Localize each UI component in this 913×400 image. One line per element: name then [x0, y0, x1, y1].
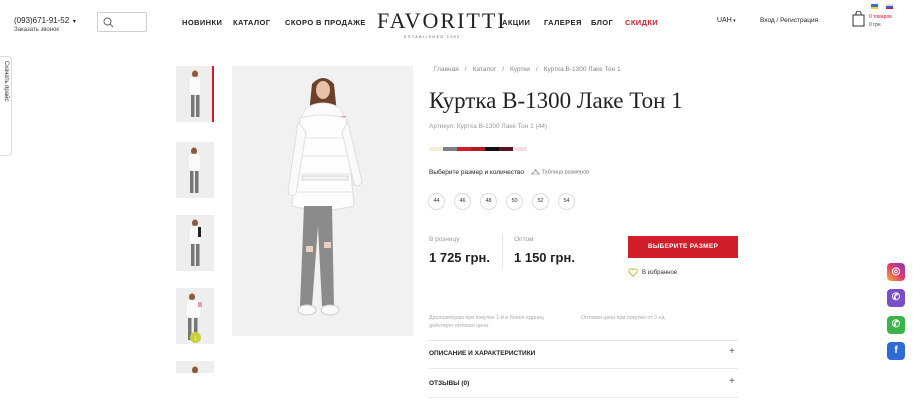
heart-icon — [628, 268, 638, 277]
model-photo — [232, 66, 413, 336]
product-main-image[interactable] — [232, 66, 413, 336]
chevron-down-icon: ▾ — [731, 18, 736, 24]
breadcrumb-current: Куртка В-1300 Лаке Тон 1 — [543, 66, 621, 73]
instagram-icon[interactable]: ◎ — [887, 263, 905, 281]
cart-count: 0 товаров — [869, 14, 892, 20]
arrow-down-icon: ↓ — [193, 333, 198, 342]
search-input[interactable] — [97, 12, 147, 32]
wholesale-price: 1 150 грн. — [514, 250, 575, 265]
divider — [429, 340, 738, 341]
currency-value: UAH — [717, 17, 732, 24]
search-icon — [103, 17, 114, 28]
model-photo-thumb — [176, 142, 214, 198]
breadcrumb-separator: / — [464, 66, 467, 73]
nav-new[interactable]: НОВИНКИ — [182, 18, 222, 27]
model-photo-thumb — [176, 66, 212, 122]
hanger-icon — [530, 168, 541, 175]
color-swatch-6[interactable] — [499, 147, 513, 151]
model-photo-thumb — [176, 362, 214, 373]
price-divider — [502, 234, 503, 268]
product-title: Куртка В-1300 Лаке Тон 1 — [429, 88, 683, 113]
add-to-favorites[interactable]: В избранное — [628, 268, 677, 277]
nav-gallery[interactable]: ГАЛЕРЕЯ — [544, 18, 582, 27]
facebook-icon[interactable]: f — [887, 342, 905, 360]
choose-size-label: Выберите размер и количество — [429, 169, 524, 176]
retail-label: В розницу — [429, 236, 460, 243]
thumbnails-down-button[interactable]: ↓ — [190, 332, 201, 343]
choose-size-button[interactable]: ВЫБЕРИТЕ РАЗМЕР — [628, 236, 738, 258]
size-chart-label: Таблица размеров — [541, 169, 590, 176]
nav-promotions[interactable]: АКЦИИ — [502, 18, 530, 27]
color-swatch-2[interactable] — [443, 147, 457, 151]
thumbnail-2[interactable] — [176, 142, 214, 198]
description-accordion[interactable]: ОПИСАНИЕ И ХАРАКТЕРИСТИКИ — [429, 350, 535, 357]
product-sku: Артикул: Куртка В-1300 Лаке Тон 1 (44) — [429, 123, 548, 130]
favorites-label: В избранное — [642, 270, 678, 277]
wholesale-note: Оптовая цена при покупке от 3 ед. — [581, 315, 666, 321]
plus-icon[interactable]: + — [729, 376, 735, 387]
download-price-tab[interactable]: Скачать прайс — [0, 56, 12, 156]
currency-select[interactable]: UAH ▾ — [717, 17, 736, 24]
breadcrumb-home[interactable]: Главная — [434, 66, 459, 73]
nav-catalog[interactable]: КАТАЛОГ — [233, 18, 270, 27]
size-options: 44 46 48 50 52 54 — [428, 193, 584, 210]
thumbnail-3[interactable] — [176, 215, 214, 271]
reviews-accordion[interactable]: ОТЗЫВЫ (0) — [429, 380, 469, 387]
phone-number[interactable]: (093)671-91-52 ▾ — [14, 16, 76, 25]
thumbnail-5[interactable] — [176, 361, 214, 373]
ukraine-flag-icon[interactable] — [871, 4, 878, 9]
color-swatch-1[interactable] — [429, 147, 443, 151]
retail-price: 1 725 грн. — [429, 250, 490, 265]
thumbnail-1[interactable] — [176, 66, 214, 122]
cart-sum: 0 грн. — [869, 22, 882, 28]
color-swatch-3[interactable] — [457, 147, 471, 151]
viber-icon[interactable]: ✆ — [887, 289, 905, 307]
site-header: (093)671-91-52 ▾ Заказать звонок НОВИНКИ… — [0, 0, 913, 44]
color-swatches — [429, 147, 527, 151]
phone-icon[interactable]: ✆ — [887, 316, 905, 334]
breadcrumb-catalog[interactable]: Каталог — [473, 66, 497, 73]
size-54[interactable]: 54 — [558, 193, 575, 210]
divider — [429, 368, 738, 369]
size-chart-link[interactable]: Таблица размеров — [530, 168, 590, 176]
callback-link[interactable]: Заказать звонок — [14, 27, 59, 33]
plus-icon[interactable]: + — [729, 346, 735, 357]
nav-coming-soon[interactable]: СКОРО В ПРОДАЖЕ — [285, 18, 366, 27]
russia-flag-icon[interactable] — [886, 4, 893, 10]
bag-icon[interactable] — [852, 11, 865, 27]
color-swatch-7[interactable] — [513, 147, 527, 151]
size-44[interactable]: 44 — [428, 193, 445, 210]
breadcrumb: Главная / Каталог / Куртки / Куртка В-1300 Лак… — [434, 66, 621, 73]
breadcrumb-separator: / — [535, 66, 538, 73]
chevron-down-icon: ▾ — [71, 19, 76, 25]
breadcrumb-separator: / — [502, 66, 505, 73]
size-52[interactable]: 52 — [532, 193, 549, 210]
phone-text: (093)671-91-52 — [14, 16, 70, 25]
size-46[interactable]: 46 — [454, 193, 471, 210]
login-link[interactable]: Вход / Регистрация — [760, 17, 818, 24]
size-48[interactable]: 48 — [480, 193, 497, 210]
divider — [429, 397, 738, 398]
download-price-label: Скачать прайс — [3, 61, 9, 102]
size-50[interactable]: 50 — [506, 193, 523, 210]
nav-blog[interactable]: БЛОГ — [591, 18, 613, 27]
dropship-note: Дропшиперам при покупке 1-й и более един… — [429, 315, 544, 329]
color-swatch-4[interactable] — [471, 147, 485, 151]
logo[interactable]: FAVORITTI — [377, 8, 507, 34]
wholesale-label: Оптом — [514, 236, 534, 243]
logo-subtitle: ESTABLISHED 1992 — [404, 34, 461, 39]
model-photo-thumb — [176, 215, 214, 271]
color-swatch-5[interactable] — [485, 147, 499, 151]
breadcrumb-jackets[interactable]: Куртки — [510, 66, 530, 73]
nav-sale[interactable]: СКИДКИ — [625, 18, 658, 27]
